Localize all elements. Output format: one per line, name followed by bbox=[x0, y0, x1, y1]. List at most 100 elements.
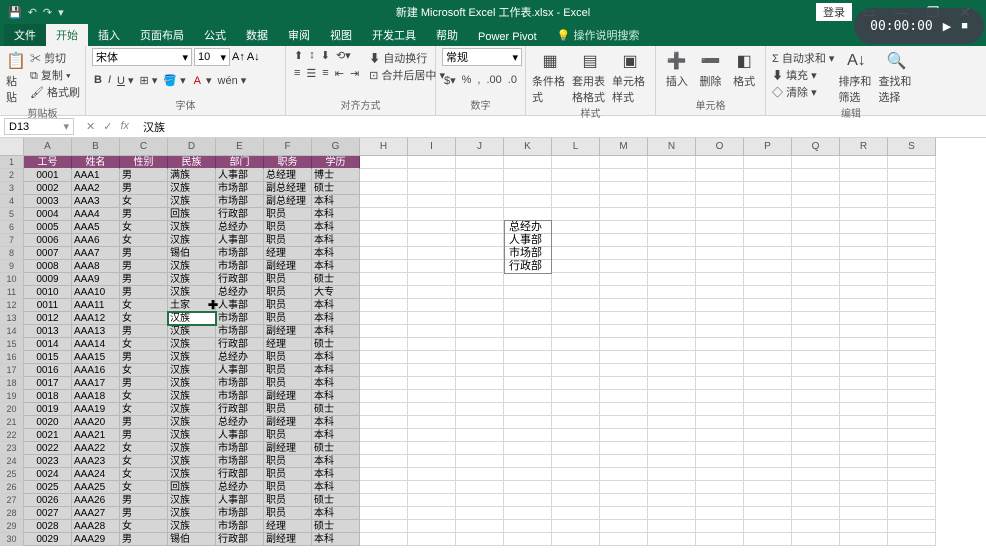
cell[interactable]: 本科 bbox=[312, 299, 360, 312]
row-header-26[interactable]: 26 bbox=[0, 481, 24, 494]
cell[interactable] bbox=[456, 221, 504, 234]
cell[interactable] bbox=[696, 208, 744, 221]
cell[interactable] bbox=[792, 247, 840, 260]
cell[interactable] bbox=[456, 234, 504, 247]
cell[interactable] bbox=[456, 208, 504, 221]
cell[interactable] bbox=[744, 169, 792, 182]
cell[interactable] bbox=[360, 520, 408, 533]
cell[interactable]: 大专 bbox=[312, 286, 360, 299]
sort-filter-button[interactable]: A↓排序和筛选 bbox=[838, 48, 874, 105]
cell[interactable] bbox=[504, 364, 552, 377]
cell[interactable] bbox=[792, 455, 840, 468]
wrap-text-button[interactable]: ⬇ 自动换行 bbox=[369, 50, 445, 66]
cell[interactable] bbox=[360, 169, 408, 182]
cell[interactable] bbox=[744, 533, 792, 546]
cell[interactable] bbox=[840, 208, 888, 221]
cell[interactable]: AAA27 bbox=[72, 507, 120, 520]
cell[interactable] bbox=[840, 377, 888, 390]
cell[interactable] bbox=[504, 286, 552, 299]
cell[interactable]: 男 bbox=[120, 494, 168, 507]
cell[interactable] bbox=[456, 494, 504, 507]
row-header-1[interactable]: 1 bbox=[0, 156, 24, 169]
cell[interactable]: 回族 bbox=[168, 481, 216, 494]
cell[interactable]: 0003 bbox=[24, 195, 72, 208]
align-top-icon[interactable]: ⬆ bbox=[292, 48, 305, 63]
cell[interactable] bbox=[408, 442, 456, 455]
align-middle-icon[interactable]: ↕ bbox=[307, 48, 317, 63]
cell[interactable]: 职务 bbox=[264, 156, 312, 169]
cell[interactable] bbox=[888, 156, 936, 169]
cell[interactable]: 男 bbox=[120, 273, 168, 286]
cell[interactable] bbox=[456, 442, 504, 455]
cell[interactable] bbox=[456, 403, 504, 416]
cell[interactable]: 博士 bbox=[312, 169, 360, 182]
tab-formulas[interactable]: 公式 bbox=[194, 24, 236, 46]
cell[interactable] bbox=[600, 364, 648, 377]
cell[interactable] bbox=[744, 403, 792, 416]
select-all-corner[interactable] bbox=[0, 138, 24, 156]
indent-inc-icon[interactable]: ⇥ bbox=[348, 66, 361, 81]
cell[interactable] bbox=[600, 325, 648, 338]
cell[interactable] bbox=[792, 299, 840, 312]
cell[interactable] bbox=[744, 351, 792, 364]
cell[interactable] bbox=[696, 429, 744, 442]
cell[interactable]: 市场部 bbox=[216, 260, 264, 273]
phonetic-button[interactable]: wén ▾ bbox=[216, 73, 249, 88]
row-header-8[interactable]: 8 bbox=[0, 247, 24, 260]
row-header-18[interactable]: 18 bbox=[0, 377, 24, 390]
cell[interactable] bbox=[600, 169, 648, 182]
tab-file[interactable]: 文件 bbox=[4, 24, 46, 46]
cell[interactable]: AAA2 bbox=[72, 182, 120, 195]
cell[interactable] bbox=[408, 338, 456, 351]
tab-home[interactable]: 开始 bbox=[46, 24, 88, 46]
cell[interactable]: 0022 bbox=[24, 442, 72, 455]
cell[interactable]: 总经理 bbox=[264, 169, 312, 182]
cell[interactable]: 行政部 bbox=[216, 403, 264, 416]
row-header-14[interactable]: 14 bbox=[0, 325, 24, 338]
cell[interactable]: 0021 bbox=[24, 429, 72, 442]
cell[interactable]: 人事部 bbox=[216, 299, 264, 312]
cell[interactable]: 0002 bbox=[24, 182, 72, 195]
cell[interactable] bbox=[360, 507, 408, 520]
cell[interactable]: AAA16 bbox=[72, 364, 120, 377]
cell[interactable]: 市场部 bbox=[216, 247, 264, 260]
cell[interactable] bbox=[792, 429, 840, 442]
cell[interactable] bbox=[744, 221, 792, 234]
cell[interactable] bbox=[600, 260, 648, 273]
cell[interactable] bbox=[504, 273, 552, 286]
cell[interactable] bbox=[696, 247, 744, 260]
cell[interactable] bbox=[744, 468, 792, 481]
cell[interactable]: 市场部 bbox=[216, 377, 264, 390]
cell[interactable]: AAA12 bbox=[72, 312, 120, 325]
cell[interactable] bbox=[456, 169, 504, 182]
cell[interactable] bbox=[504, 156, 552, 169]
cell[interactable]: 行政部 bbox=[216, 208, 264, 221]
cell-styles-button[interactable]: ▣单元格样式 bbox=[612, 48, 648, 105]
cell[interactable]: 男 bbox=[120, 247, 168, 260]
cell[interactable]: 0007 bbox=[24, 247, 72, 260]
cell[interactable] bbox=[696, 481, 744, 494]
cell[interactable] bbox=[888, 507, 936, 520]
bold-button[interactable]: B bbox=[92, 73, 104, 88]
font-size-combo[interactable]: 10▾ bbox=[194, 48, 230, 66]
cell[interactable] bbox=[360, 208, 408, 221]
cell[interactable] bbox=[552, 299, 600, 312]
cut-button[interactable]: ✂ 剪切 bbox=[30, 50, 80, 66]
cell[interactable]: 本科 bbox=[312, 247, 360, 260]
cell[interactable]: AAA19 bbox=[72, 403, 120, 416]
cell[interactable]: 女 bbox=[120, 520, 168, 533]
cell[interactable] bbox=[696, 338, 744, 351]
paste-button[interactable]: 📋粘贴 bbox=[6, 48, 26, 105]
cell[interactable]: 职员 bbox=[264, 468, 312, 481]
cell[interactable] bbox=[360, 299, 408, 312]
cell[interactable]: 本科 bbox=[312, 364, 360, 377]
cell[interactable]: 汉族 bbox=[168, 416, 216, 429]
cell[interactable] bbox=[840, 416, 888, 429]
cell[interactable]: AAA8 bbox=[72, 260, 120, 273]
cell[interactable] bbox=[600, 338, 648, 351]
cell[interactable]: 副经理 bbox=[264, 390, 312, 403]
cell[interactable] bbox=[648, 403, 696, 416]
cell[interactable] bbox=[696, 377, 744, 390]
cell[interactable] bbox=[840, 468, 888, 481]
cell[interactable]: 汉族 bbox=[168, 234, 216, 247]
